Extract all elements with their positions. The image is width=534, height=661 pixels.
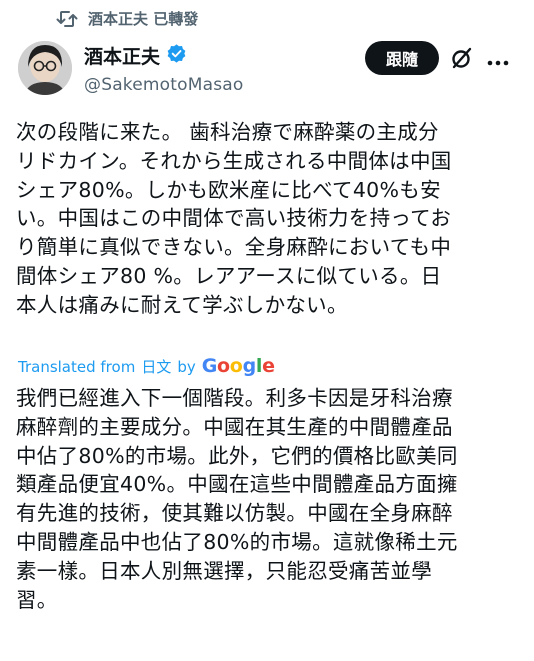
tweet-text: 次の段階に来た。 歯科治療で麻酔薬の主成分 リドカイン。それから生成される中間体… bbox=[16, 120, 452, 317]
verified-badge-icon bbox=[166, 43, 187, 68]
repost-icon bbox=[56, 10, 78, 28]
author-info: 酒本正夫 @SakemotoMasao bbox=[84, 42, 244, 95]
more-options-icon[interactable] bbox=[487, 52, 509, 71]
author-handle[interactable]: @SakemotoMasao bbox=[84, 75, 244, 95]
translated-by-label: by bbox=[177, 358, 196, 376]
translated-from-label: Translated from bbox=[18, 358, 136, 376]
author-display-name[interactable]: 酒本正夫 bbox=[84, 42, 160, 69]
grok-icon[interactable] bbox=[450, 46, 474, 74]
google-logo: Google bbox=[201, 355, 275, 377]
repost-indicator: 酒本正夫 已轉發 bbox=[56, 8, 198, 29]
repost-label[interactable]: 酒本正夫 已轉發 bbox=[88, 8, 198, 29]
translated-text: 我們已經進入下一個階段。利多卡因是牙科治療 麻醉劑的主要成分。中國在其生產的中間… bbox=[16, 386, 458, 612]
follow-button[interactable]: 跟隨 bbox=[365, 41, 439, 75]
avatar[interactable] bbox=[18, 41, 72, 95]
source-language: 日文 bbox=[141, 358, 172, 376]
translation-attribution[interactable]: Translated from 日文 by Google bbox=[18, 355, 275, 377]
